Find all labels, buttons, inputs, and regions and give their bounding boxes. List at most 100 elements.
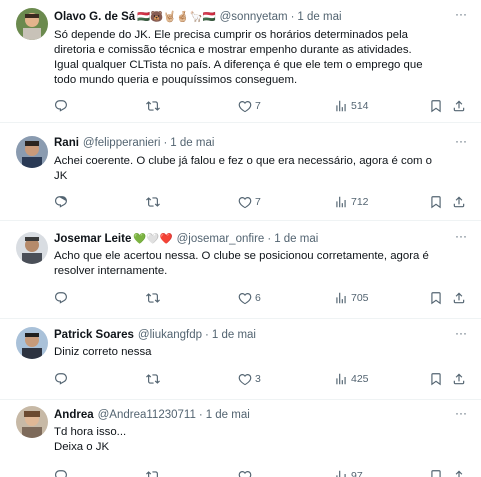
bookmark-icon [431, 196, 441, 209]
author-handle[interactable]: @liukangfdp [138, 327, 202, 343]
author-name[interactable]: Andrea [54, 407, 94, 423]
avatar[interactable] [16, 8, 48, 40]
tweet-header: Patrick Soares @liukangfdp · 1 de mai [54, 327, 451, 343]
more-options-icon[interactable]: ··· [455, 407, 467, 419]
more-options-icon[interactable]: ··· [455, 327, 467, 339]
avatar[interactable] [16, 232, 48, 264]
views-button[interactable]: 97 [334, 467, 363, 477]
share-icon [453, 373, 465, 385]
like-button[interactable]: 6 [238, 289, 261, 307]
tweet-header: Rani @felipperanieri · 1 de mai [54, 135, 451, 151]
retweet-button[interactable] [146, 193, 160, 211]
reply-button[interactable] [54, 97, 68, 115]
views-button[interactable]: 705 [334, 289, 369, 307]
retweet-button[interactable] [146, 370, 160, 388]
reply-button[interactable] [54, 467, 68, 477]
tweet[interactable]: Rani @felipperanieri · 1 de mai ··· Ache… [0, 124, 481, 221]
tweet-actions: 3 425 [50, 370, 466, 388]
author-name[interactable]: Patrick Soares [54, 327, 134, 343]
share-icon [453, 196, 465, 208]
reply-icon [55, 470, 67, 477]
bookmark-button[interactable] [429, 370, 443, 388]
bookmark-icon [431, 470, 441, 477]
author-emoji: 💚🤍❤️ [133, 233, 173, 245]
tweet-header: Olavo G. de Sá 🇭🇺🐻🤘🏼🤞🏼🦙🇭🇺 @sonnyetam · 1… [54, 9, 451, 25]
views-button[interactable]: 514 [334, 97, 369, 115]
bookmark-button[interactable] [429, 97, 443, 115]
reply-button[interactable] [54, 370, 68, 388]
author-handle[interactable]: @sonnyetam [220, 9, 288, 25]
like-count: 7 [255, 196, 261, 208]
heart-icon [238, 101, 252, 113]
share-icon [453, 100, 465, 112]
tweet-actions: 97 [50, 467, 466, 477]
view-count: 514 [351, 100, 369, 112]
tweet-text: Só depende do JK. Ele precisa cumprir os… [54, 29, 423, 86]
like-button[interactable] [238, 467, 252, 477]
share-button[interactable] [452, 370, 466, 388]
timestamp[interactable]: 1 de mai [274, 231, 318, 247]
bookmark-button[interactable] [429, 467, 443, 477]
views-icon [336, 470, 346, 477]
avatar[interactable] [16, 406, 48, 438]
author-name[interactable]: Olavo G. de Sá [54, 9, 135, 25]
tweet[interactable]: Olavo G. de Sá 🇭🇺🐻🤘🏼🤞🏼🦙🇭🇺 @sonnyetam · 1… [0, 0, 481, 123]
retweet-icon [146, 374, 160, 384]
timestamp[interactable]: 1 de mai [170, 135, 214, 151]
views-icon [336, 196, 346, 208]
views-button[interactable]: 425 [334, 370, 369, 388]
tweet-text: Achei coerente. O clube já falou e fez o… [54, 155, 433, 182]
separator-dot: · [290, 11, 295, 23]
tweet[interactable]: Patrick Soares @liukangfdp · 1 de mai ··… [0, 320, 481, 400]
tweet[interactable]: Josemar Leite 💚🤍❤️ @josemar_onfire · 1 d… [0, 222, 481, 319]
retweet-icon [146, 293, 160, 303]
bookmark-button[interactable] [429, 193, 443, 211]
more-options-icon[interactable]: ··· [455, 135, 467, 147]
tweet-actions: 6 705 [50, 289, 466, 307]
timestamp[interactable]: 1 de mai [212, 327, 256, 343]
retweet-button[interactable] [146, 289, 160, 307]
share-icon [455, 470, 463, 477]
share-button[interactable] [452, 193, 466, 211]
retweet-button[interactable] [146, 97, 160, 115]
views-button[interactable]: 712 [334, 193, 369, 211]
tweet-actions: 7 712 [50, 193, 466, 211]
timestamp[interactable]: 1 de mai [206, 407, 250, 423]
tweet-text: Acho que ele acertou nessa. O clube se p… [54, 250, 429, 277]
heart-icon [238, 471, 252, 477]
retweet-button[interactable] [146, 467, 160, 477]
author-emoji: 🇭🇺🐻🤘🏼🤞🏼🦙🇭🇺 [137, 11, 216, 23]
author-handle[interactable]: @josemar_onfire [177, 231, 265, 247]
heart-icon [238, 197, 252, 209]
avatar[interactable] [16, 136, 48, 168]
share-button[interactable] [452, 467, 466, 477]
reply-button[interactable] [54, 289, 68, 307]
more-options-icon[interactable]: ··· [455, 230, 467, 242]
share-button[interactable] [452, 289, 466, 307]
views-icon [336, 292, 346, 304]
like-count: 6 [255, 292, 261, 304]
author-handle[interactable]: @felipperanieri [83, 135, 161, 151]
author-handle[interactable]: @Andrea11230711 [98, 407, 196, 423]
tweet-header: Josemar Leite 💚🤍❤️ @josemar_onfire · 1 d… [54, 231, 451, 247]
retweet-icon [146, 101, 160, 111]
like-button[interactable]: 7 [238, 193, 261, 211]
timestamp[interactable]: 1 de mai [297, 9, 341, 25]
bookmark-button[interactable] [429, 289, 443, 307]
author-name[interactable]: Josemar Leite [54, 231, 131, 247]
like-button[interactable]: 7 [238, 97, 261, 115]
view-count: 712 [351, 196, 369, 208]
bookmark-icon [431, 292, 441, 305]
separator-dot: · [163, 137, 168, 149]
avatar[interactable] [16, 327, 48, 359]
like-button[interactable]: 3 [238, 370, 261, 388]
share-button[interactable] [452, 97, 466, 115]
separator-dot: · [205, 329, 209, 341]
heart-icon [238, 293, 252, 305]
tweet[interactable]: Andrea @Andrea11230711 · 1 de mai ··· Td… [0, 401, 481, 477]
retweet-icon [146, 197, 160, 207]
author-name[interactable]: Rani [54, 135, 79, 151]
tweet-actions: 7 514 [50, 97, 466, 115]
more-options-icon[interactable]: ··· [455, 8, 467, 20]
reply-button[interactable] [54, 193, 68, 211]
